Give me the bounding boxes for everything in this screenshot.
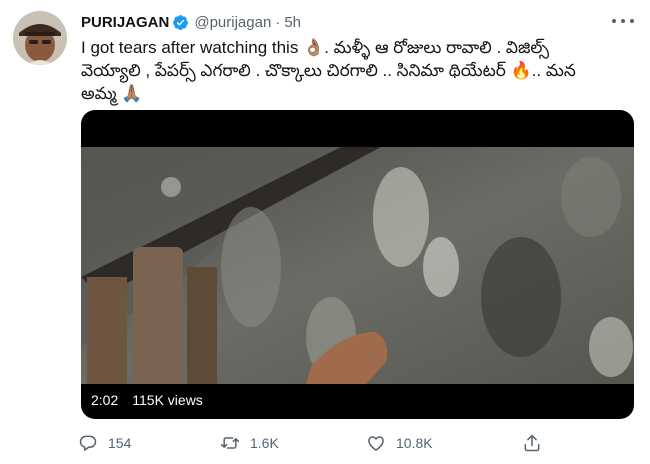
video-info: 2:02 115K views [91,388,203,412]
like-count: 10.8K [396,435,433,451]
tweet-card: PURIJAGAN @purijagan · 5h I got tears af… [0,0,650,464]
tweet-text-line: I got tears after watching this 👌🏽. మళ్ళ… [81,38,550,57]
separator-dot: · [275,13,281,31]
share-button[interactable] [522,433,542,453]
tweet-text: I got tears after watching this 👌🏽. మళ్ళ… [81,36,631,105]
reply-count: 154 [108,435,132,451]
tweet-header: PURIJAGAN @purijagan · 5h [81,12,301,32]
tweet-actions: 154 1.6K 10.8K [78,430,558,456]
retweet-button[interactable]: 1.6K [220,433,366,453]
reply-button[interactable]: 154 [78,433,220,453]
retweet-count: 1.6K [250,435,279,451]
more-options-icon[interactable] [612,14,634,28]
video-duration: 2:02 [91,392,119,408]
video-player[interactable]: 2:02 115K views [81,110,634,419]
heart-icon [368,436,384,451]
avatar-photo-icon [13,11,67,65]
tweet-text-line: వెయ్యాలి , పేపర్స్ ఎగరాలి . చొక్కాలు చిర… [81,61,576,80]
author-handle[interactable]: @purijagan [194,14,271,31]
reply-icon [79,435,97,451]
author-name[interactable]: PURIJAGAN [81,14,169,31]
share-icon [524,434,540,452]
author-avatar[interactable] [13,11,67,65]
tweet-text-line: అమ్మ 🙏🏽 [81,84,143,103]
verified-badge-icon [173,14,189,30]
like-button[interactable]: 10.8K [366,433,522,453]
video-frame [81,147,634,384]
retweet-icon [220,437,240,449]
video-views: 115K views [132,392,203,408]
tweet-timestamp[interactable]: 5h [284,14,301,31]
